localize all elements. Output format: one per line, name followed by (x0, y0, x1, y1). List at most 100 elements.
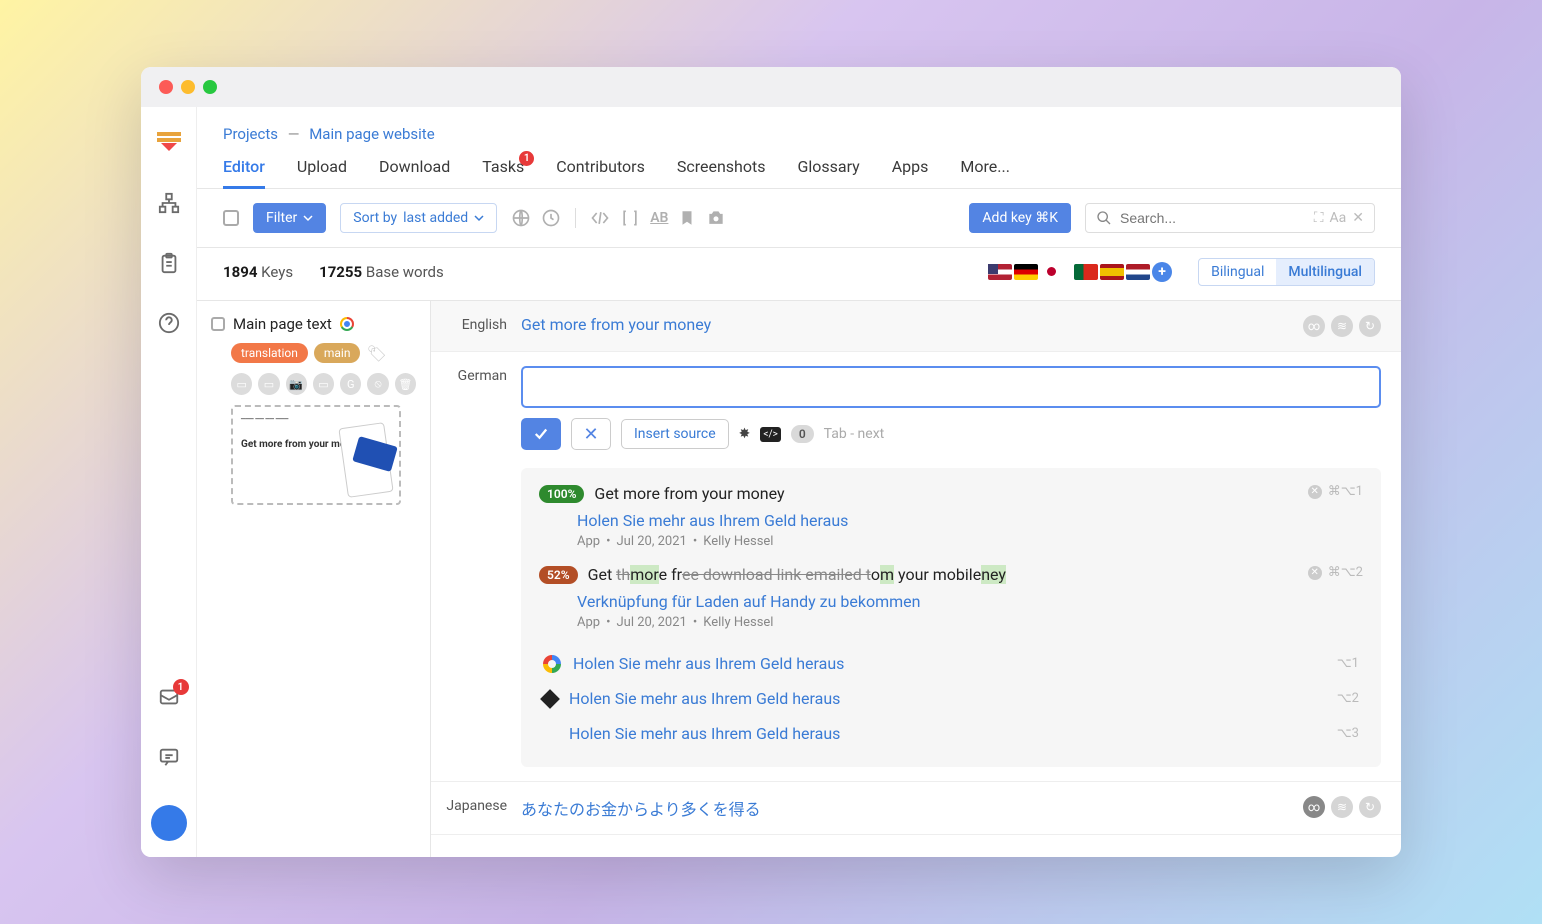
add-key-button[interactable]: Add key ⌘K (969, 203, 1071, 233)
language-flags: + (988, 262, 1172, 282)
toolbar-globe-icon[interactable] (511, 208, 531, 228)
row-action-tm-icon[interactable]: ∞ (1303, 315, 1325, 337)
row-action-mt-icon[interactable]: ≋ (1331, 315, 1353, 337)
key-action-7-icon[interactable]: 🗑 (395, 373, 416, 395)
sitemap-icon[interactable] (157, 191, 181, 215)
translation-input-de[interactable] (521, 366, 1381, 408)
inbox-icon[interactable]: 1 (157, 685, 181, 709)
suggestion-meta: App•Jul 20, 2021•Kelly Hessel (577, 615, 1363, 630)
cancel-button[interactable]: ✕ (571, 418, 611, 450)
tab-tasks[interactable]: Tasks 1 (482, 157, 524, 188)
toolbar-clock-icon[interactable] (541, 208, 561, 228)
tab-hint: Tab - next (824, 426, 885, 442)
key-action-2-icon[interactable]: ▭ (258, 373, 279, 395)
filter-button[interactable]: Filter (253, 203, 326, 233)
lang-label-de: German (431, 352, 521, 781)
suggestion-translation[interactable]: Holen Sie mehr aus Ihrem Geld heraus (577, 511, 1363, 530)
row-action-mt-icon[interactable]: ≋ (1331, 796, 1353, 818)
key-action-6-icon[interactable]: ⦸ (367, 373, 388, 395)
breadcrumb: Projects — Main page website (197, 107, 1401, 143)
toolbar-bookmark-icon[interactable] (678, 209, 696, 227)
tag-translation[interactable]: translation (231, 343, 308, 363)
select-all-checkbox[interactable] (223, 210, 239, 226)
key-action-4-icon[interactable]: ▭ (313, 373, 334, 395)
search-clear-icon[interactable]: ✕ (1352, 210, 1364, 226)
breadcrumb-root[interactable]: Projects (223, 125, 278, 143)
tab-upload[interactable]: Upload (297, 157, 347, 188)
key-action-5-icon[interactable]: G (340, 373, 361, 395)
flag-pt[interactable] (1074, 264, 1098, 280)
suggestion-translation[interactable]: Verknüpfung für Laden auf Handy zu bekom… (577, 592, 1363, 611)
breadcrumb-current[interactable]: Main page website (309, 125, 435, 143)
tab-screenshots[interactable]: Screenshots (677, 157, 766, 188)
toolbar-camera-icon[interactable] (706, 208, 726, 228)
row-action-tm-icon[interactable]: ∞ (1303, 796, 1325, 818)
row-action-history-icon[interactable]: ↻ (1359, 315, 1381, 337)
key-action-3-icon[interactable]: 📷 (286, 373, 307, 395)
match-badge: 100% (539, 485, 584, 503)
app-logo[interactable] (155, 127, 183, 155)
key-action-1-icon[interactable]: ▭ (231, 373, 252, 395)
help-icon[interactable] (157, 311, 181, 335)
stat-keys: 1894 Keys (223, 263, 293, 281)
chrome-icon (340, 317, 354, 331)
tab-more[interactable]: More... (960, 157, 1010, 188)
source-text-en[interactable]: Get more from your money (521, 315, 711, 334)
tm-suggestion-1[interactable]: ✕⌘⌥1 100% Get more from your money Holen… (539, 484, 1363, 549)
toolbar: Filter Sort by last added AB (197, 189, 1401, 248)
tag-main[interactable]: main (314, 343, 361, 363)
mt-suggestion-google[interactable]: Holen Sie mehr aus Ihrem Geld heraus ⌥1 (539, 646, 1363, 681)
lang-label-en: English (431, 301, 521, 351)
insert-source-button[interactable]: Insert source (621, 419, 729, 449)
search-case-icon[interactable]: Aa (1330, 210, 1347, 226)
view-multilingual[interactable]: Multilingual (1276, 259, 1374, 285)
sort-button[interactable]: Sort by last added (340, 203, 497, 233)
tab-contributors[interactable]: Contributors (556, 157, 645, 188)
tab-apps[interactable]: Apps (892, 157, 929, 188)
google-icon (543, 655, 561, 673)
clipboard-icon[interactable] (157, 251, 181, 275)
chat-icon[interactable] (157, 745, 181, 769)
view-switch: Bilingual Multilingual (1198, 258, 1375, 286)
key-checkbox[interactable] (211, 317, 225, 331)
stat-words: 17255 Base words (319, 263, 444, 281)
view-bilingual[interactable]: Bilingual (1199, 259, 1276, 285)
row-action-history-icon[interactable]: ↻ (1359, 796, 1381, 818)
minimize-window-icon[interactable] (181, 80, 195, 94)
placeholder-count: 0 (791, 425, 814, 443)
suggestion-close-icon[interactable]: ✕ (1308, 485, 1322, 499)
search-input[interactable] (1120, 210, 1306, 226)
flag-es[interactable] (1100, 264, 1124, 280)
inbox-badge: 1 (173, 679, 189, 695)
flag-jp[interactable] (1040, 264, 1064, 280)
tab-download[interactable]: Download (379, 157, 450, 188)
suggestion-close-icon[interactable]: ✕ (1308, 566, 1322, 580)
flag-nl[interactable] (1126, 264, 1150, 280)
search-scan-icon[interactable]: ⛶ (1314, 210, 1324, 226)
tab-editor[interactable]: Editor (223, 157, 265, 188)
suggestion-meta: App•Jul 20, 2021•Kelly Hessel (577, 534, 1363, 549)
search-input-wrap[interactable]: ⛶ Aa ✕ (1085, 203, 1375, 233)
maximize-window-icon[interactable] (203, 80, 217, 94)
confirm-button[interactable] (521, 418, 561, 450)
tm-suggestion-2[interactable]: ✕⌘⌥2 52% Get thmore free download link e… (539, 565, 1363, 630)
key-name[interactable]: Main page text (233, 315, 332, 333)
toolbar-code-icon[interactable] (590, 208, 610, 228)
add-language-button[interactable]: + (1152, 262, 1172, 282)
flag-de[interactable] (1014, 264, 1038, 280)
toolbar-brackets-icon[interactable] (620, 208, 640, 228)
tasks-badge: 1 (519, 151, 534, 166)
translation-jp[interactable]: あなたのお金からより多くを得る (521, 800, 761, 819)
mt-suggestion-deepl[interactable]: Holen Sie mehr aus Ihrem Geld heraus ⌥2 (539, 681, 1363, 716)
flag-us[interactable] (988, 264, 1012, 280)
toolbar-case-icon[interactable]: AB (650, 210, 668, 226)
auto-icon[interactable]: ✸ (739, 426, 751, 442)
screenshot-thumbnail[interactable]: ━━━ ━━ ━━ ━━━ Get more from your money (231, 405, 401, 505)
search-icon (1096, 210, 1112, 226)
close-window-icon[interactable] (159, 80, 173, 94)
mt-suggestion-microsoft[interactable]: Holen Sie mehr aus Ihrem Geld heraus ⌥3 (539, 716, 1363, 751)
tab-glossary[interactable]: Glossary (797, 157, 859, 188)
code-icon[interactable]: </> (760, 427, 780, 442)
avatar[interactable] (151, 805, 187, 841)
add-tag-icon[interactable]: 🏷 (366, 344, 386, 363)
